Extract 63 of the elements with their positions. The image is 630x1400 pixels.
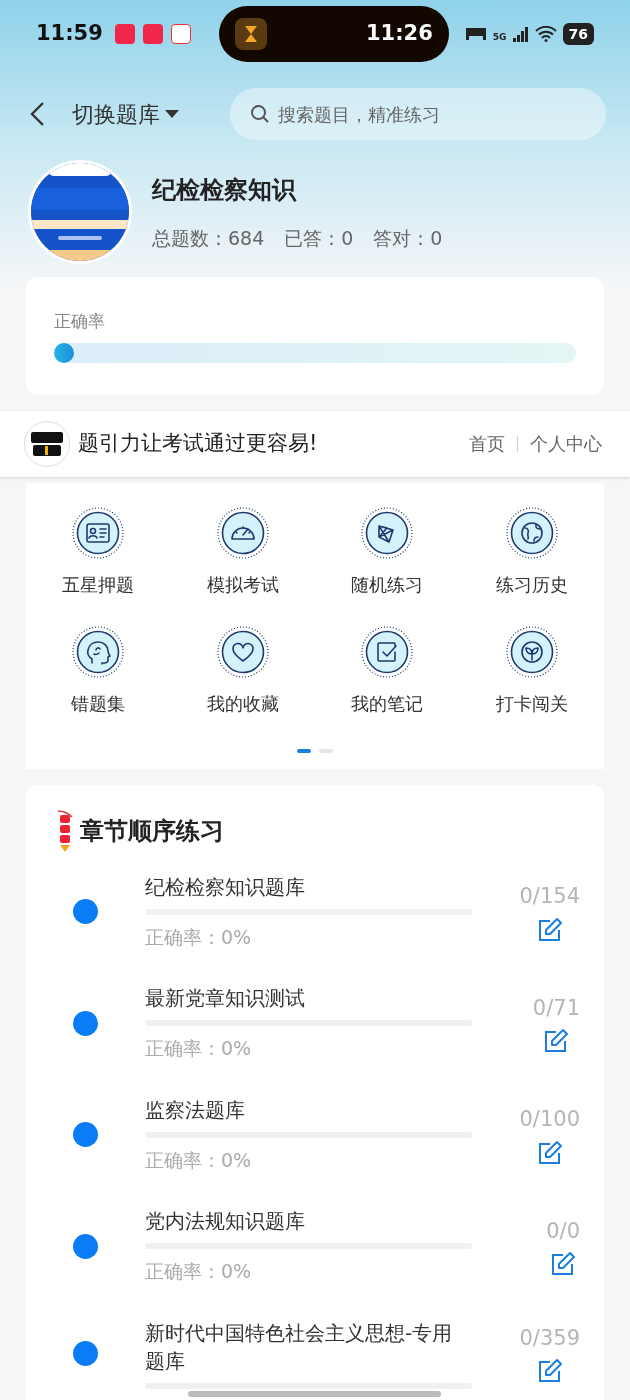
question-count: 0/71 — [532, 994, 580, 1022]
edit-icon[interactable] — [536, 1139, 563, 1166]
stat-text: 已答：0 — [284, 225, 354, 251]
chapter-name: 监察法题库 — [145, 1096, 246, 1124]
card-icon — [72, 506, 125, 559]
switch-bank-button[interactable]: 切换题库 — [72, 97, 180, 131]
battery-indicator: 76 — [562, 23, 594, 45]
search-icon — [250, 104, 270, 124]
caret-icon — [164, 109, 180, 119]
timer-text: 11:26 — [366, 20, 433, 48]
shortcut-item[interactable]: 打卡闯关 — [459, 625, 604, 717]
slogan-text: 题引力让考试通过更容易! — [78, 429, 318, 457]
chapter-name: 最新党章知识测试 — [145, 985, 306, 1012]
bank-title: 纪检检察知识 — [152, 174, 298, 206]
chapter-accuracy: 正确率：0% — [145, 1036, 253, 1061]
chapter-accuracy: 正确率：0% — [145, 1259, 253, 1284]
gauge-icon — [216, 506, 269, 559]
chapter-accuracy: 正确率：0% — [145, 1147, 253, 1173]
stat-text: 答对：0 — [373, 225, 443, 251]
chapter-name: 纪检检察知识题库 — [145, 873, 306, 901]
app-notification-icon — [170, 24, 191, 44]
chapter-row[interactable]: 党内法规知识题库 正确率：0% 0/0 — [26, 1207, 604, 1286]
hourglass-icon — [234, 18, 267, 50]
shortcut-item[interactable]: 错题集 — [26, 625, 171, 717]
edit-icon[interactable] — [550, 1251, 577, 1277]
chapter-row[interactable]: 监察法题库 正确率：0% 0/100 — [26, 1095, 604, 1174]
question-count: 0/359 — [519, 1324, 580, 1352]
chapter-name: 党内法规知识题库 — [145, 1208, 306, 1235]
accuracy-label: 正确率 — [54, 310, 106, 333]
status-time: 11:59 — [36, 20, 103, 48]
stat-text: 总题数：684 — [152, 225, 265, 251]
globe-icon — [505, 506, 558, 559]
network-label: 5G — [492, 31, 507, 44]
nav-link[interactable]: 首页 — [469, 430, 505, 457]
app-notification-icon — [114, 24, 135, 44]
chapter-row[interactable]: 纪检检察知识题库 正确率：0% 0/154 — [26, 872, 604, 951]
question-count: 0/100 — [519, 1106, 580, 1133]
question-count: 0/154 — [519, 883, 580, 910]
check-icon — [361, 625, 414, 678]
question-count: 0/0 — [546, 1217, 580, 1245]
shortcut-item[interactable]: 模拟考试 — [170, 506, 315, 598]
network-icon — [361, 506, 414, 559]
chapter-accuracy: 正确率：0% — [145, 924, 253, 950]
signal-icon — [512, 26, 529, 42]
edit-icon[interactable] — [536, 916, 563, 943]
edit-icon[interactable] — [543, 1028, 570, 1054]
wifi-icon — [534, 26, 557, 42]
shortcut-item[interactable]: 随机练习 — [315, 506, 460, 598]
shortcut-item[interactable]: 我的收藏 — [170, 625, 315, 717]
bed-icon — [464, 26, 487, 42]
chapter-row[interactable]: 最新党章知识测试 正确率：0% 0/71 — [26, 984, 604, 1063]
app-notification-icon — [142, 24, 163, 44]
shortcut-item[interactable]: 我的笔记 — [315, 625, 460, 717]
shortcut-item[interactable]: 练习历史 — [459, 506, 604, 598]
nav-link[interactable]: 个人中心 — [530, 430, 602, 457]
brand-logo-icon — [24, 420, 70, 467]
shortcut-item[interactable]: 五星押题 — [26, 506, 171, 598]
section-title: 章节顺序练习 — [80, 815, 224, 847]
edit-icon[interactable] — [536, 1358, 563, 1385]
head-icon — [72, 625, 125, 678]
chapter-row[interactable]: 新时代中国特色社会主义思想-专用题库 0/359 — [26, 1318, 604, 1389]
chapter-name: 新时代中国特色社会主义思想-专用题库 — [145, 1319, 454, 1375]
sprout-icon — [505, 625, 558, 678]
